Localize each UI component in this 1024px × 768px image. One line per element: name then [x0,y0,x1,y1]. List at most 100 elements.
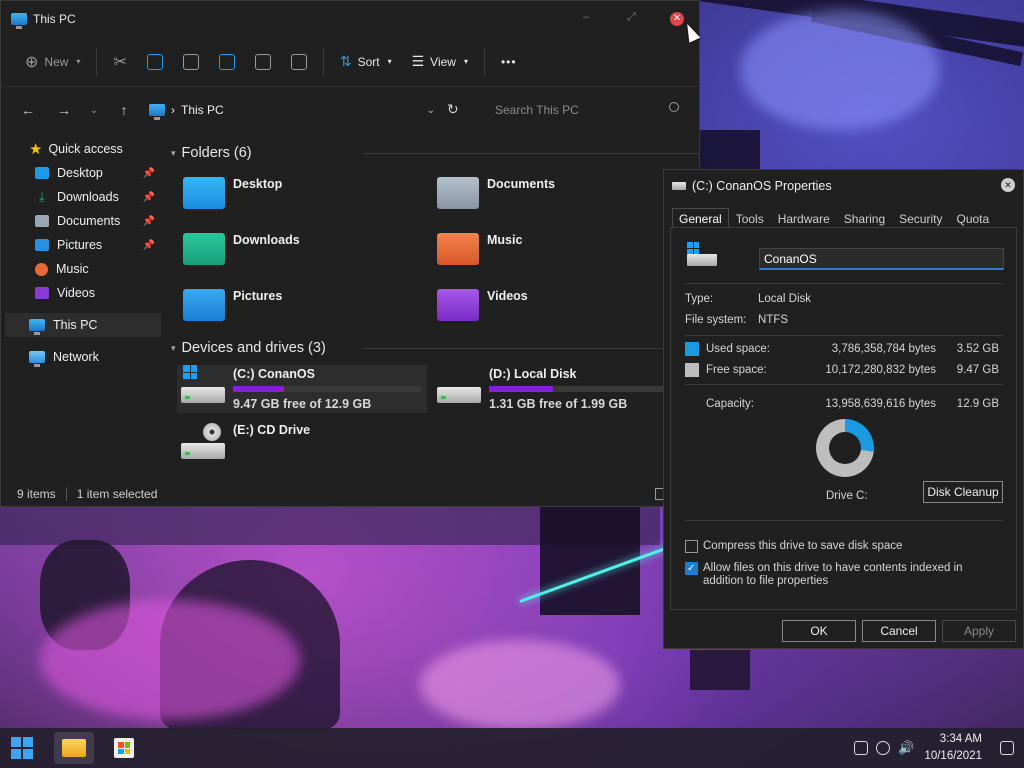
drive-free-space: 1.31 GB free of 1.99 GB [489,397,628,411]
disk-cleanup-button[interactable]: Disk Cleanup [923,481,1003,503]
folders-group-header[interactable]: ▾ Folders (6) [163,137,699,169]
view-button[interactable]: ☰ View ▾ [402,46,478,78]
folder-music[interactable]: Music [437,233,522,265]
drive-c[interactable]: (C:) ConanOS 9.47 GB free of 12.9 GB [177,365,427,413]
clock-date: 10/16/2021 [924,750,982,762]
content-pane: ▾ Folders (6) Desktop Documents Download… [163,137,699,459]
recent-locations-button[interactable]: ⌄ [81,105,107,116]
sidebar-item-music[interactable]: Music [1,257,161,281]
search-input[interactable]: Search This PC [485,95,689,125]
tab-security[interactable]: Security [892,208,949,228]
this-pc-icon [149,104,165,120]
tab-hardware[interactable]: Hardware [771,208,837,228]
tab-general[interactable]: General [672,208,729,228]
drive-name: (C:) ConanOS [233,367,315,381]
share-button[interactable] [245,46,281,78]
divider [685,283,1003,284]
used-space-gb: 3.52 GB [956,343,999,355]
rename-button[interactable] [209,46,245,78]
sidebar-item-network[interactable]: Network [1,345,161,369]
start-button[interactable] [2,732,42,764]
folder-downloads[interactable]: Downloads [183,233,300,265]
address-bar-row: ← → ⌄ ↑ › This PC ⌄ ↻ Search This PC [1,87,699,133]
folder-documents[interactable]: Documents [437,177,555,209]
free-space-row: Free space: 10,172,280,832 bytes 9.47 GB [685,360,1003,380]
toolbar-divider [322,47,324,76]
sort-button[interactable]: ⇅ Sort ▾ [330,46,402,78]
checkbox-box[interactable] [685,540,698,553]
ok-button[interactable]: OK [782,620,856,642]
folder-label: Videos [487,289,528,303]
up-button[interactable]: ↑ [111,102,137,118]
drive-usage-bar [233,386,421,392]
drive-d[interactable]: (D:) Local Disk 1.31 GB free of 1.99 GB [437,365,687,413]
documents-folder-icon [437,177,479,209]
index-contents-checkbox[interactable]: Allow files on this drive to have conten… [685,562,1005,588]
more-icon: ••• [500,54,517,69]
cancel-button[interactable]: Cancel [862,620,936,642]
drive-e[interactable]: (E:) CD Drive [181,423,431,463]
general-tab-panel: Type: Local Disk File system: NTFS Used sp… [670,227,1017,610]
back-button[interactable]: ← [15,102,41,118]
compress-drive-checkbox[interactable]: Compress this drive to save disk space [685,540,902,553]
network-icon [29,351,45,367]
drives-group-header[interactable]: ▾ Devices and drives (3) [163,332,699,364]
drive-d-icon [437,373,481,403]
sidebar-item-quick-access[interactable]: ★ Quick access [1,137,161,161]
maximize-button[interactable]: ⤢ [627,11,636,24]
sidebar-item-pictures[interactable]: Pictures 📌 [1,233,161,257]
search-icon [669,102,679,112]
sidebar-item-label: Quick access [48,142,123,156]
delete-button[interactable] [281,46,317,78]
breadcrumb-this-pc[interactable]: This PC [181,103,224,117]
taskbar-store[interactable] [104,732,144,764]
sidebar-item-documents[interactable]: Documents 📌 [1,209,161,233]
divider [685,520,1003,521]
sidebar-item-this-pc[interactable]: This PC [5,313,161,337]
pin-icon: 📌 [142,215,155,227]
new-button[interactable]: ⊕ New ▾ [15,46,90,78]
drive-label: Drive C: [826,490,868,502]
sidebar-item-videos[interactable]: Videos [1,281,161,305]
address-bar[interactable]: › This PC ⌄ [143,95,441,125]
refresh-icon[interactable]: ↻ [447,101,459,118]
close-button[interactable]: ✕ [1001,178,1015,192]
tab-quota[interactable]: Quota [949,208,996,228]
clock[interactable]: 3:34 AM 10/16/2021 [924,731,982,765]
notifications-icon[interactable] [1000,741,1014,755]
tab-tools[interactable]: Tools [729,208,771,228]
globe-icon[interactable] [876,741,891,755]
breadcrumb-separator: › [171,103,175,117]
tab-sharing[interactable]: Sharing [837,208,892,228]
apply-button[interactable]: Apply [942,620,1016,642]
checkbox-box[interactable] [685,562,698,575]
taskbar-file-explorer[interactable] [54,732,94,764]
forward-button[interactable]: → [51,102,77,118]
minimize-button[interactable]: – [583,11,589,23]
folder-videos[interactable]: Videos [437,289,528,321]
chevron-down-icon: ▾ [171,147,176,158]
volume-name-input[interactable] [759,248,1004,270]
pictures-folder-icon [35,239,49,251]
paste-button[interactable] [173,46,209,78]
dialog-title: (C:) ConanOS Properties [692,179,832,193]
address-dropdown-icon[interactable]: ⌄ [427,105,435,116]
folder-pictures[interactable]: Pictures [183,289,282,321]
folder-label: Music [487,233,523,247]
dialog-titlebar[interactable]: (C:) ConanOS Properties ✕ [664,170,1023,202]
folder-label: Documents [487,177,556,191]
sidebar-item-label: Network [53,350,99,364]
folder-desktop[interactable]: Desktop [183,177,282,209]
capacity-gb: 12.9 GB [956,398,999,410]
volume-icon[interactable]: 🔊 [898,740,914,756]
type-value: Local Disk [758,293,812,305]
drive-free-space: 9.47 GB free of 12.9 GB [233,397,372,411]
explorer-titlebar[interactable]: This PC – ⤢ ✕ [1,1,701,43]
more-options-button[interactable]: ••• [491,46,527,78]
copy-button[interactable] [137,46,173,78]
sidebar-item-desktop[interactable]: Desktop 📌 [1,161,161,185]
network-status-icon[interactable] [854,741,869,755]
cut-button[interactable]: ✂ [103,46,136,78]
sidebar-item-downloads[interactable]: ⤓ Downloads 📌 [1,185,161,209]
close-button[interactable]: ✕ [670,12,684,26]
